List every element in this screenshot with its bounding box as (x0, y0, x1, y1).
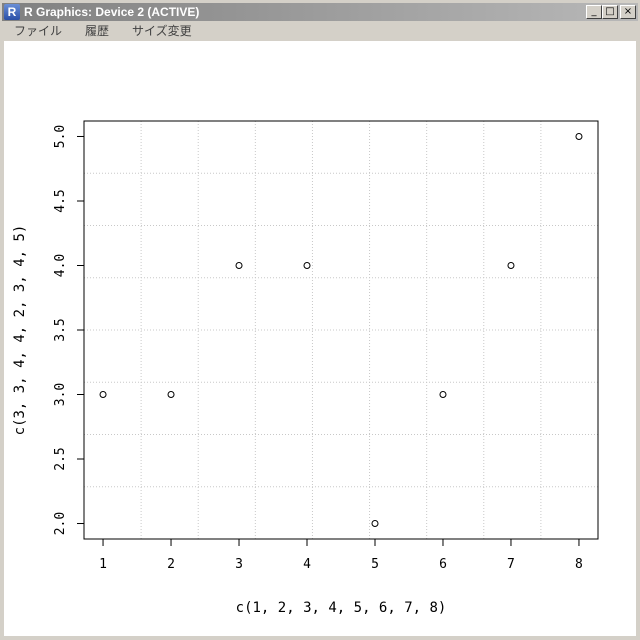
data-point (575, 132, 583, 140)
grid-lines (84, 121, 598, 539)
y-tick-label: 3.5 (53, 318, 68, 341)
y-axis-title: c(3, 3, 4, 4, 2, 3, 4, 5) (12, 225, 28, 436)
data-point (167, 391, 175, 399)
data-points (99, 132, 583, 528)
x-tick-label: 6 (439, 557, 447, 572)
y-tick-label: 3.0 (53, 383, 68, 406)
title-bar[interactable]: R R Graphics: Device 2 (ACTIVE) _ □ × (2, 3, 638, 21)
x-tick-label: 8 (575, 557, 583, 572)
y-axis: 2.0 2.5 3.0 3.5 4.0 4.5 5.0 (53, 125, 84, 535)
close-button[interactable]: × (620, 5, 636, 19)
data-point (99, 391, 107, 399)
data-point (303, 261, 311, 269)
menu-bar: ファイル 履歴 サイズ変更 (2, 21, 638, 40)
menu-file[interactable]: ファイル (2, 22, 73, 39)
y-tick-label: 4.0 (53, 254, 68, 277)
x-tick-label: 2 (167, 557, 175, 572)
x-axis: 1 2 3 4 5 6 7 8 (99, 539, 583, 572)
menu-history[interactable]: 履歴 (73, 22, 120, 39)
menu-resize[interactable]: サイズ変更 (120, 22, 203, 39)
window-title: R Graphics: Device 2 (ACTIVE) (24, 5, 200, 19)
maximize-button[interactable]: □ (602, 5, 618, 19)
data-point (439, 391, 447, 399)
x-tick-label: 7 (507, 557, 515, 572)
r-app-icon: R (4, 4, 20, 20)
r-graphics-window: R R Graphics: Device 2 (ACTIVE) _ □ × ファ… (0, 0, 640, 640)
x-tick-label: 1 (99, 557, 107, 572)
minimize-button[interactable]: _ (586, 5, 602, 19)
scatter-plot: 1 2 3 4 5 6 7 8 2.0 2.5 3.0 3.5 4.0 4.5 5.0 c(1, 2, 3… (12, 120, 599, 616)
y-tick-label: 5.0 (53, 125, 68, 148)
x-tick-label: 3 (235, 557, 243, 572)
data-point (507, 261, 515, 269)
window-controls: _ □ × (586, 5, 636, 19)
x-axis-title: c(1, 2, 3, 4, 5, 6, 7, 8) (236, 600, 447, 616)
x-tick-label: 5 (371, 557, 379, 572)
y-tick-label: 2.5 (53, 447, 68, 470)
y-tick-label: 2.0 (53, 512, 68, 535)
plot-frame (83, 120, 599, 540)
data-point (371, 520, 379, 528)
y-tick-label: 4.5 (53, 189, 68, 212)
plot-canvas: 1 2 3 4 5 6 7 8 2.0 2.5 3.0 3.5 4.0 4.5 5.0 c(1, 2, 3… (4, 41, 636, 636)
data-point (235, 261, 243, 269)
x-tick-label: 4 (303, 557, 311, 572)
